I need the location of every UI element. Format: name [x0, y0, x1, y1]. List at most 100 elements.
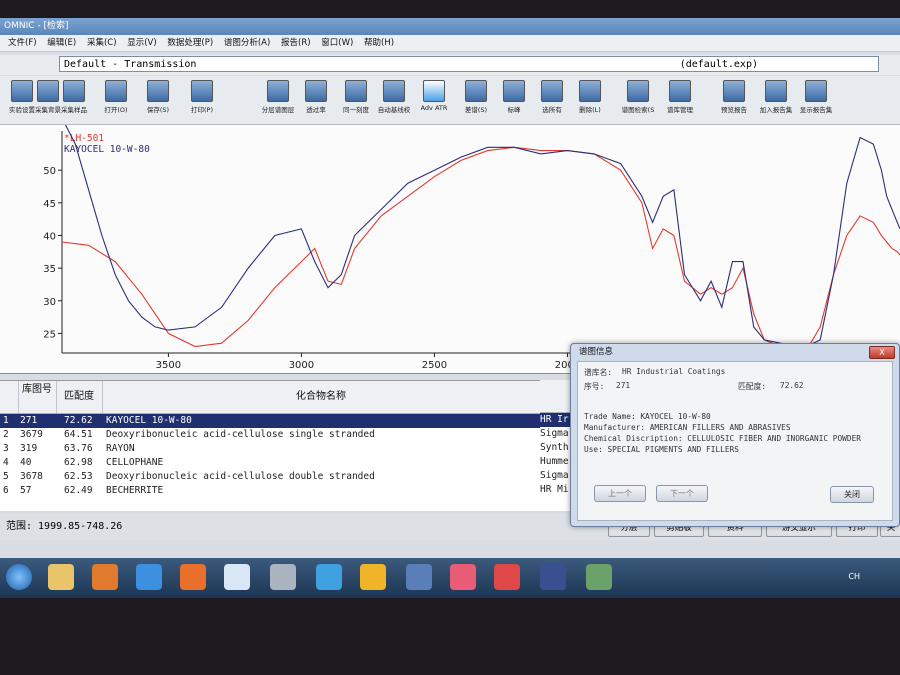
table-row[interactable]: 1 271 72.62 KAYOCEL 10-W-80: [0, 414, 570, 428]
menu-window[interactable]: 窗口(W): [321, 38, 353, 48]
dialog-body: 谱库名: HR Industrial Coatings 序号: 271 匹配度:…: [577, 361, 893, 521]
cell-score: 64.51: [64, 429, 93, 440]
cell-idx: 5: [3, 471, 9, 482]
menu-process[interactable]: 数据处理(P): [167, 38, 213, 48]
dialog-title: 谱图信息: [579, 347, 614, 357]
search-results-table: 库图号 匹配度 化合物名称 1 271 72.62 KAYOCEL 10-W-80 2 3…: [0, 380, 570, 511]
document-icon[interactable]: [406, 564, 432, 590]
subtract-icon: [465, 80, 487, 102]
toolbar-button[interactable]: Adv ATR: [414, 80, 454, 112]
toolbar: 实验设置 采集背景 采集样品 打开(O) 保存(S) 打印(P) 分层谱图层 透过率 同一刻度自…: [0, 76, 900, 125]
internet-explorer-icon[interactable]: [136, 564, 162, 590]
toolbar-button[interactable]: 保存(S): [138, 80, 178, 114]
qq-icon[interactable]: [450, 564, 476, 590]
firefox-icon[interactable]: [180, 564, 206, 590]
toolbar-button[interactable]: 分层谱图层: [258, 80, 298, 114]
menu-edit[interactable]: 编辑(E): [47, 38, 76, 48]
menu-collect[interactable]: 采集(C): [87, 38, 117, 48]
experiment-file: (default.exp): [679, 59, 758, 70]
manufacturer: Manufacturer: AMERICAN FILLERS AND ABRAS…: [584, 423, 791, 432]
next-button[interactable]: 下一个: [656, 485, 708, 502]
transmittance-icon: [305, 80, 327, 102]
toolbar-button[interactable]: 谱库管理: [660, 80, 700, 114]
table-row[interactable]: 4 40 62.98 CELLOPHANE: [0, 456, 570, 470]
table-row[interactable]: 6 57 62.49 BECHERRITE: [0, 484, 570, 498]
menu-analyze[interactable]: 谱图分析(A): [224, 38, 270, 48]
toolbar-button-label: 加入报告集: [759, 106, 793, 114]
app-icon[interactable]: [360, 564, 386, 590]
language-indicator[interactable]: CH: [848, 572, 860, 581]
toolbar-button[interactable]: 打印(P): [182, 80, 222, 114]
toolbar-button[interactable]: 谱图检索(S: [618, 80, 658, 114]
toolbar-button[interactable]: 采集样品: [54, 80, 94, 114]
open-icon: [105, 80, 127, 102]
previous-button[interactable]: 上一个: [594, 485, 646, 502]
toolbar-button[interactable]: 显示报告集: [796, 80, 836, 114]
video-player-icon[interactable]: [494, 564, 520, 590]
toolbar-button-label: 采集样品: [61, 106, 87, 114]
toolbar-button-label: 打开(O): [104, 106, 128, 114]
browser-icon[interactable]: [316, 564, 342, 590]
start-icon[interactable]: [6, 564, 32, 590]
cell-score: 72.62: [64, 415, 93, 426]
series-line-reference: [64, 125, 900, 348]
dialog-close-button[interactable]: 关闭: [830, 486, 874, 503]
toolbar-button[interactable]: 标峰: [494, 80, 534, 114]
cell-idx: 4: [3, 457, 9, 468]
media-player-icon[interactable]: [92, 564, 118, 590]
trade-name: Trade Name: KAYOCEL 10-W-80: [584, 412, 711, 421]
toolbar-button-label: 透过率: [306, 106, 326, 114]
select-all-icon: [541, 80, 563, 102]
toolbar-button[interactable]: 自动基线校: [374, 80, 414, 114]
x-tick-label: 3000: [289, 360, 314, 371]
col-library[interactable]: [540, 380, 570, 413]
toolbar-button[interactable]: 预览报告: [714, 80, 754, 114]
cell-num: 319: [20, 443, 38, 454]
table-row[interactable]: 2 3679 64.51 Deoxyribonucleic acid-cellulos…: [0, 428, 570, 442]
toolbar-button-label: 标峰: [507, 106, 521, 114]
omnic-taskbar-icon[interactable]: [540, 564, 566, 590]
toolbar-button-label: 自动基线校: [377, 106, 411, 114]
window-title: OMNIC - [检索]: [0, 18, 900, 35]
table-row[interactable]: 5 3678 62.53 Deoxyribonucleic acid-cellulos…: [0, 470, 570, 484]
toolbar-button[interactable]: 同一刻度: [336, 80, 376, 114]
toolbar-button[interactable]: 差谱(S): [456, 80, 496, 114]
cell-num: 3678: [20, 471, 43, 482]
spectrum-plot[interactable]: 25 30 35 40 45 50 3500 3000 2500 2000 *LH-501 KAYOC…: [0, 125, 900, 374]
sogou-icon[interactable]: [224, 564, 250, 590]
screen: OMNIC - [检索] 文件(F) 编辑(E) 采集(C) 显示(V) 数据处…: [0, 18, 900, 598]
toolbar-button[interactable]: 打开(O): [96, 80, 136, 114]
weibo-icon[interactable]: [270, 564, 296, 590]
y-tick-label: 25: [43, 329, 56, 340]
toolbar-button-label: 保存(S): [146, 106, 170, 114]
spectrum-selector[interactable]: Default - Transmission (default.exp): [59, 56, 879, 72]
x-tick-label: 2500: [422, 360, 447, 371]
toolbar-button-label: 预览报告: [721, 106, 747, 114]
results-rows: 1 271 72.62 KAYOCEL 10-W-80 2 3679 64.51 Deoxyr…: [0, 414, 570, 498]
col-match[interactable]: 匹配度: [56, 381, 103, 413]
menu-report[interactable]: 报告(R): [281, 38, 311, 48]
toolbar-button[interactable]: 透过率: [296, 80, 336, 114]
index-label: 序号:: [584, 382, 605, 391]
cell-idx: 2: [3, 429, 9, 440]
cell-num: 57: [20, 485, 32, 496]
col-compound-name[interactable]: 化合物名称: [102, 381, 541, 413]
cell-name: Deoxyribonucleic acid-cellulose single s…: [106, 429, 375, 440]
common-scale-icon: [345, 80, 367, 102]
col-library-number[interactable]: 库图号: [18, 381, 57, 413]
toolbar-button[interactable]: 加入报告集: [756, 80, 796, 114]
file-explorer-icon[interactable]: [48, 564, 74, 590]
dialog-close-icon[interactable]: X: [869, 346, 895, 359]
toolbar-button[interactable]: 删除(L): [570, 80, 610, 114]
table-row[interactable]: 3 319 63.76 RAYON: [0, 442, 570, 456]
menu-file[interactable]: 文件(F): [8, 38, 37, 48]
menu-view[interactable]: 显示(V): [127, 38, 156, 48]
spectrum-taskbar-icon[interactable]: [586, 564, 612, 590]
taskbar: CH: [0, 558, 900, 598]
menu-help[interactable]: 帮助(H): [364, 38, 394, 48]
delete-icon: [579, 80, 601, 102]
cell-name: CELLOPHANE: [106, 457, 164, 468]
save-icon: [147, 80, 169, 102]
cell-num: 271: [20, 415, 38, 426]
toolbar-button[interactable]: 选所有: [532, 80, 572, 114]
